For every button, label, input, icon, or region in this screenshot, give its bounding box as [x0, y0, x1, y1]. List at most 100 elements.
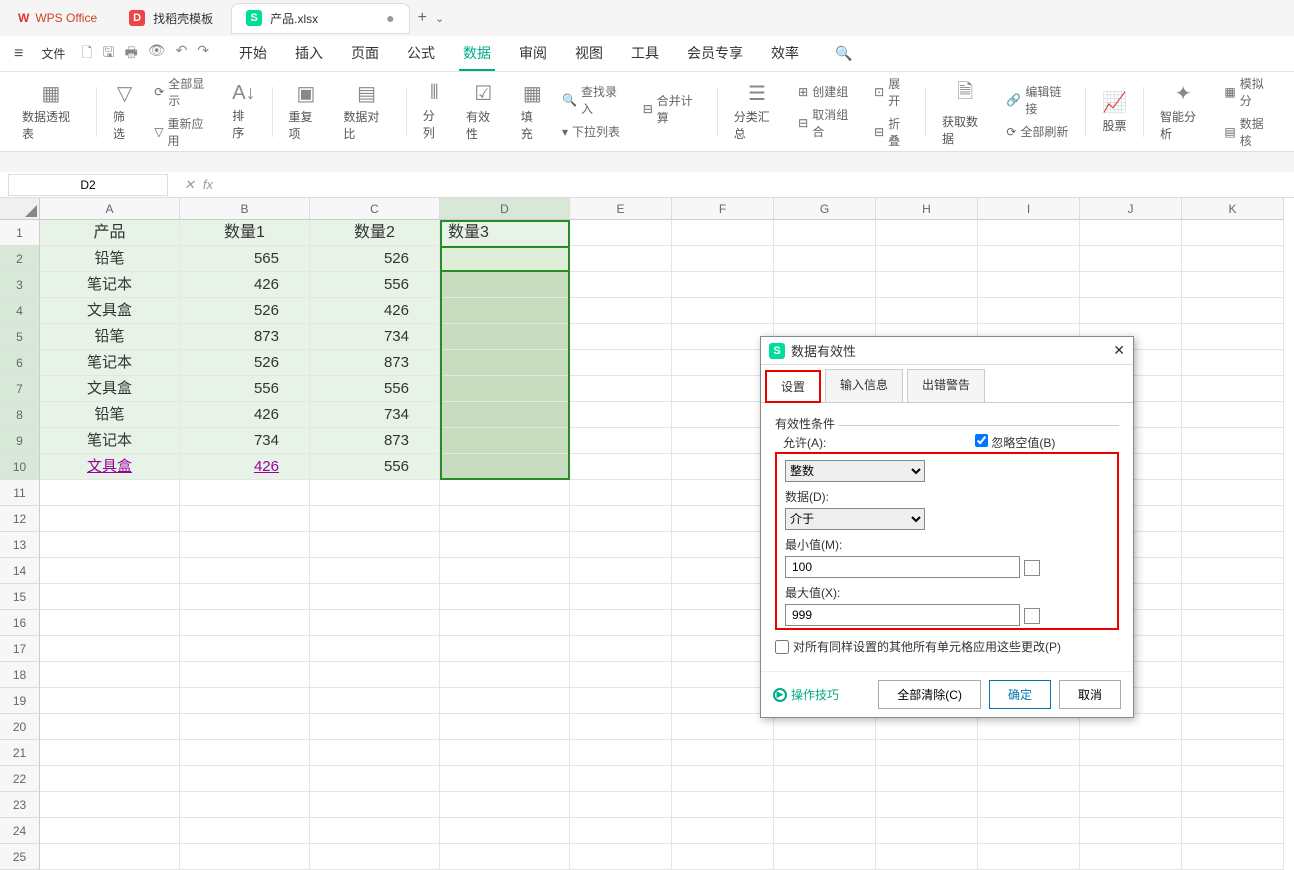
ribbon-merge[interactable]: ⊟合并计算: [643, 92, 703, 126]
row-head-7[interactable]: 7: [0, 376, 40, 402]
cell-K10[interactable]: [1182, 454, 1284, 480]
cell-A17[interactable]: [40, 636, 180, 662]
qat-redo-icon[interactable]: ↷: [197, 42, 209, 66]
cell-G25[interactable]: [774, 844, 876, 870]
cell-B19[interactable]: [180, 688, 310, 714]
ribbon-subtotal[interactable]: ☰分类汇总: [726, 81, 788, 142]
cell-F21[interactable]: [672, 740, 774, 766]
apply-all-input[interactable]: [775, 640, 789, 654]
row-head-20[interactable]: 20: [0, 714, 40, 740]
cell-E6[interactable]: [570, 350, 672, 376]
col-head-F[interactable]: F: [672, 198, 774, 220]
cell-J2[interactable]: [1080, 246, 1182, 272]
cell-A23[interactable]: [40, 792, 180, 818]
dialog-tab-settings[interactable]: 设置: [765, 370, 821, 403]
cell-C2[interactable]: 526: [310, 246, 440, 272]
cell-D22[interactable]: [440, 766, 570, 792]
row-head-24[interactable]: 24: [0, 818, 40, 844]
cell-A3[interactable]: 笔记本: [40, 272, 180, 298]
cell-J3[interactable]: [1080, 272, 1182, 298]
row-head-22[interactable]: 22: [0, 766, 40, 792]
cell-A22[interactable]: [40, 766, 180, 792]
cell-C16[interactable]: [310, 610, 440, 636]
cell-E18[interactable]: [570, 662, 672, 688]
cell-G2[interactable]: [774, 246, 876, 272]
menu-tab-7[interactable]: 工具: [627, 37, 663, 71]
cell-F17[interactable]: [672, 636, 774, 662]
cell-G21[interactable]: [774, 740, 876, 766]
cell-F11[interactable]: [672, 480, 774, 506]
cell-A12[interactable]: [40, 506, 180, 532]
cell-B21[interactable]: [180, 740, 310, 766]
cell-K7[interactable]: [1182, 376, 1284, 402]
cell-D10[interactable]: [440, 454, 570, 480]
cell-J21[interactable]: [1080, 740, 1182, 766]
ribbon-fill[interactable]: ▦填充: [513, 81, 552, 142]
row-head-4[interactable]: 4: [0, 298, 40, 324]
ribbon-datamap[interactable]: ▤数据核: [1224, 115, 1274, 149]
cell-I21[interactable]: [978, 740, 1080, 766]
cancel-fx-icon[interactable]: ✕: [184, 177, 195, 193]
app-name-tab[interactable]: W WPS Office: [4, 5, 111, 31]
cancel-button[interactable]: 取消: [1059, 680, 1121, 709]
col-head-E[interactable]: E: [570, 198, 672, 220]
cell-C12[interactable]: [310, 506, 440, 532]
cell-E19[interactable]: [570, 688, 672, 714]
cell-H21[interactable]: [876, 740, 978, 766]
cell-C20[interactable]: [310, 714, 440, 740]
cell-D13[interactable]: [440, 532, 570, 558]
menu-tab-5[interactable]: 审阅: [515, 37, 551, 71]
cell-C17[interactable]: [310, 636, 440, 662]
cell-D24[interactable]: [440, 818, 570, 844]
cell-K20[interactable]: [1182, 714, 1284, 740]
ribbon-expand[interactable]: ⊡展开: [874, 75, 911, 109]
qat-print-icon[interactable]: 🖶: [125, 42, 138, 66]
cell-C1[interactable]: 数量2: [310, 220, 440, 246]
ribbon-dropdown[interactable]: ▾下拉列表: [562, 123, 627, 140]
ribbon-dup[interactable]: ▣重复项: [281, 81, 332, 142]
menu-tab-2[interactable]: 页面: [347, 37, 383, 71]
cell-C4[interactable]: 426: [310, 298, 440, 324]
cell-C23[interactable]: [310, 792, 440, 818]
cell-A10[interactable]: 文具盒: [40, 454, 180, 480]
ribbon-split[interactable]: ⫴分列: [415, 82, 454, 141]
cell-K1[interactable]: [1182, 220, 1284, 246]
cell-H2[interactable]: [876, 246, 978, 272]
max-input[interactable]: [785, 604, 1020, 626]
cell-C10[interactable]: 556: [310, 454, 440, 480]
dialog-close-button[interactable]: ✕: [1113, 342, 1125, 359]
col-head-C[interactable]: C: [310, 198, 440, 220]
cell-B2[interactable]: 565: [180, 246, 310, 272]
tips-link[interactable]: ▶ 操作技巧: [773, 686, 870, 703]
cell-F8[interactable]: [672, 402, 774, 428]
cell-F10[interactable]: [672, 454, 774, 480]
cell-A2[interactable]: 铅笔: [40, 246, 180, 272]
cell-C15[interactable]: [310, 584, 440, 610]
cell-D4[interactable]: [440, 298, 570, 324]
cell-C5[interactable]: 734: [310, 324, 440, 350]
cell-D9[interactable]: [440, 428, 570, 454]
cell-C8[interactable]: 734: [310, 402, 440, 428]
col-head-G[interactable]: G: [774, 198, 876, 220]
col-head-A[interactable]: A: [40, 198, 180, 220]
cell-F16[interactable]: [672, 610, 774, 636]
cell-F23[interactable]: [672, 792, 774, 818]
cell-C7[interactable]: 556: [310, 376, 440, 402]
col-head-B[interactable]: B: [180, 198, 310, 220]
apply-all-checkbox[interactable]: 对所有同样设置的其他所有单元格应用这些更改(P): [775, 638, 1119, 655]
cell-C22[interactable]: [310, 766, 440, 792]
ribbon-compare[interactable]: ▤数据对比: [335, 81, 397, 142]
cell-I25[interactable]: [978, 844, 1080, 870]
cell-C11[interactable]: [310, 480, 440, 506]
document-tab[interactable]: S 产品.xlsx ●: [231, 3, 409, 34]
ignore-blank-input[interactable]: [975, 434, 988, 447]
cell-B17[interactable]: [180, 636, 310, 662]
cell-J23[interactable]: [1080, 792, 1182, 818]
cell-D7[interactable]: [440, 376, 570, 402]
cell-E7[interactable]: [570, 376, 672, 402]
cell-D5[interactable]: [440, 324, 570, 350]
cell-B18[interactable]: [180, 662, 310, 688]
cell-A16[interactable]: [40, 610, 180, 636]
menu-tab-8[interactable]: 会员专享: [683, 37, 747, 71]
cell-E21[interactable]: [570, 740, 672, 766]
